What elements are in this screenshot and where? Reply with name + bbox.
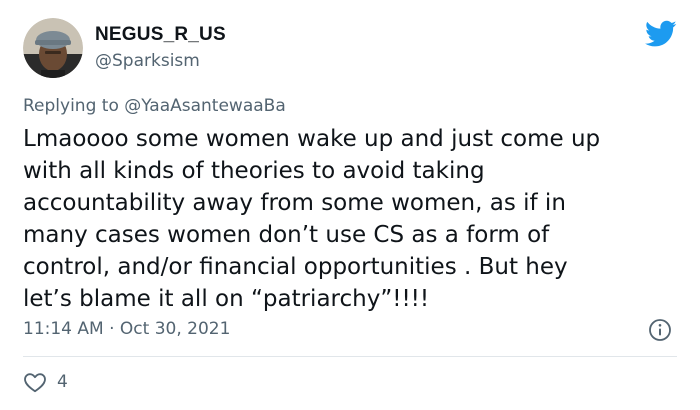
tweet-text-line: let’s blame it all on “patriarchy”!!!! — [23, 286, 430, 312]
reply-prefix: Replying to — [23, 96, 119, 116]
timestamp-separator: · — [109, 319, 115, 339]
tweet-text-line: accountability away from some women, as … — [23, 190, 566, 216]
avatar-image — [23, 18, 83, 78]
heart-icon — [23, 371, 47, 393]
tweet-text-line: many cases women don’t use CS as a form … — [23, 222, 550, 248]
tweet-date: Oct 30, 2021 — [119, 319, 231, 339]
reply-mention-link[interactable]: @YaaAsantewaaBa — [124, 96, 286, 116]
tweet-text-line: with all kinds of theories to avoid taki… — [23, 158, 485, 184]
user-handle[interactable]: @Sparksism — [95, 51, 200, 71]
tweet-time: 11:14 AM — [23, 319, 104, 339]
twitter-bird-icon[interactable] — [645, 20, 677, 48]
like-count: 4 — [57, 372, 68, 392]
tweet-card: NEGUS_R_US @Sparksism Replying to @YaaAs… — [0, 0, 700, 410]
reply-context: Replying to @YaaAsantewaaBa — [23, 96, 286, 116]
tweet-text-line: Lmaoooo some women wake up and just come… — [23, 126, 601, 152]
tweet-timestamp[interactable]: 11:14 AM · Oct 30, 2021 — [23, 319, 230, 339]
avatar[interactable] — [23, 18, 83, 78]
tweet-text: Lmaoooo some women wake up and just come… — [23, 123, 673, 315]
display-name[interactable]: NEGUS_R_US — [95, 24, 226, 46]
divider — [23, 356, 677, 357]
tweet-text-line: control, and/or financial opportunities … — [23, 254, 568, 280]
like-button[interactable]: 4 — [23, 371, 68, 393]
info-icon[interactable] — [648, 318, 672, 342]
